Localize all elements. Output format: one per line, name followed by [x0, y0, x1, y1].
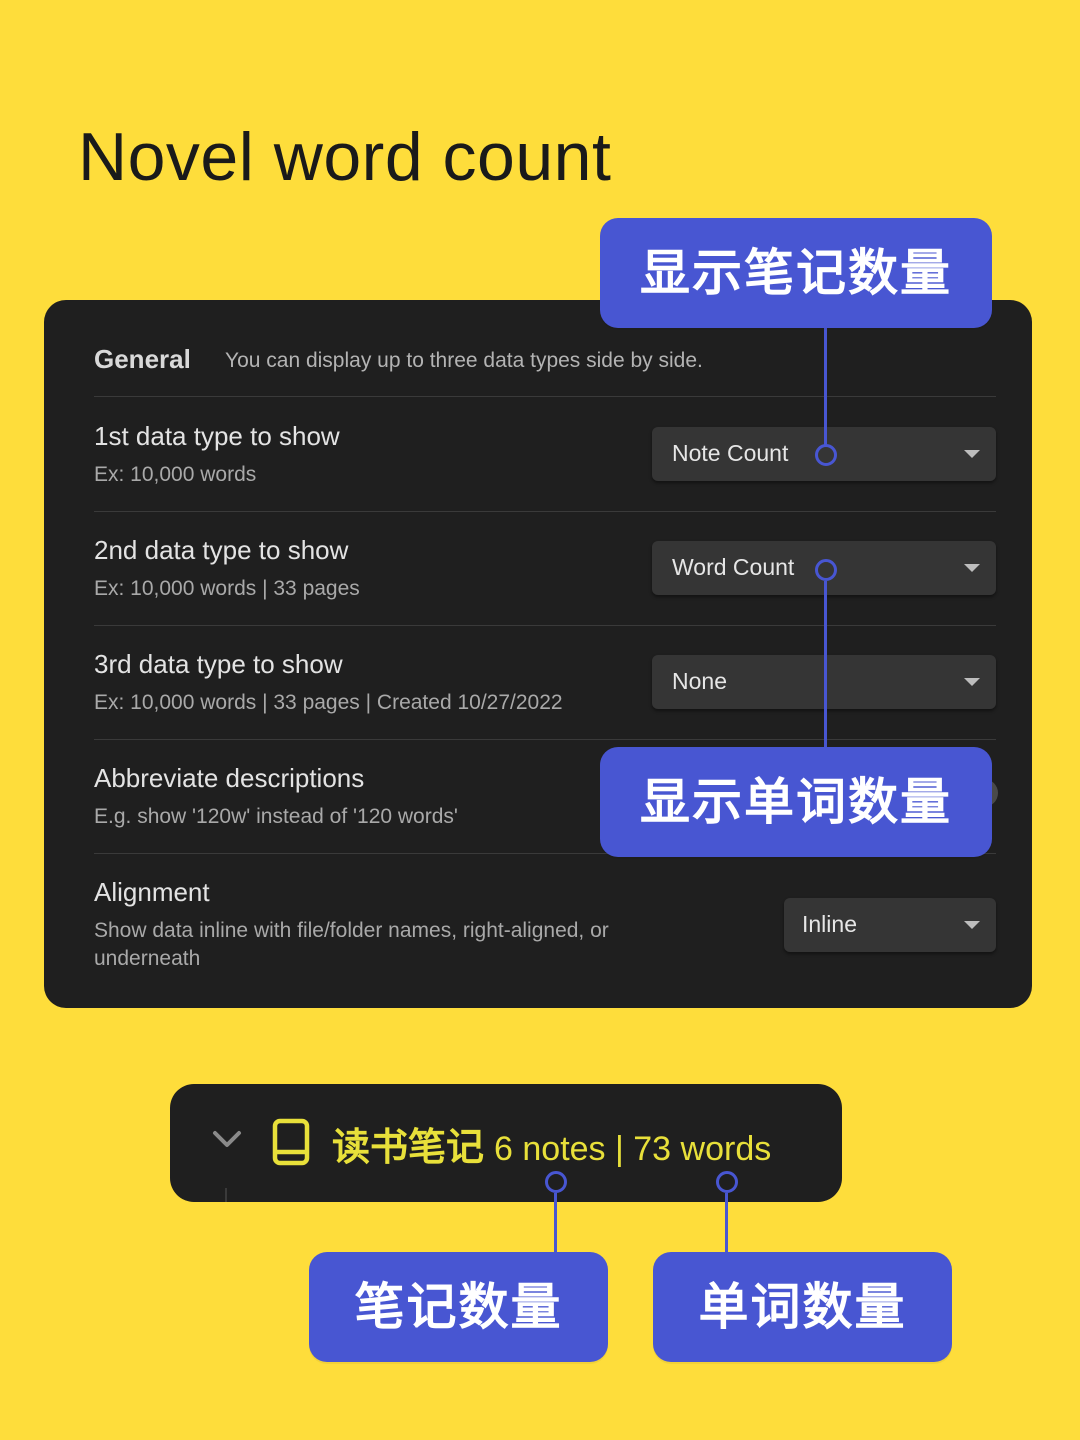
setting-description: Ex: 10,000 words | 33 pages	[94, 577, 360, 600]
setting-description-line: underneath	[94, 947, 201, 970]
connector-line	[824, 581, 827, 751]
setting-description: Show data inline with file/folder names,…	[94, 917, 609, 973]
setting-name: Abbreviate descriptions	[94, 763, 365, 793]
caret-down-icon	[964, 678, 980, 686]
settings-header: General You can display up to three data…	[94, 344, 996, 397]
connector-line	[554, 1193, 557, 1255]
callout-show-note-count: 显示笔记数量	[600, 218, 992, 328]
setting-name: 1st data type to show	[94, 421, 340, 451]
setting-name: Alignment	[94, 877, 210, 907]
caret-down-icon	[964, 450, 980, 458]
tree-guide-line	[225, 1188, 227, 1202]
dropdown-value: Inline	[802, 911, 857, 937]
folder-row[interactable]: 读书笔记 6 notes | 73 words	[170, 1084, 842, 1202]
setting-description: E.g. show '120w' instead of '120 words'	[94, 805, 458, 828]
connector-dot	[815, 444, 837, 466]
setting-row-second-data-type: 2nd data type to show Ex: 10,000 words |…	[94, 511, 996, 626]
setting-name: 3rd data type to show	[94, 649, 343, 679]
setting-row-third-data-type: 3rd data type to show Ex: 10,000 words |…	[94, 625, 996, 740]
callout-note-count: 笔记数量	[309, 1252, 608, 1362]
page-title: Novel word count	[78, 119, 612, 195]
callout-label: 显示笔记数量	[640, 245, 952, 301]
dropdown-value: Word Count	[672, 554, 795, 580]
connector-dot	[545, 1171, 567, 1193]
dropdown-value: Note Count	[672, 440, 789, 466]
folder-label: 读书笔记 6 notes | 73 words	[332, 1116, 771, 1171]
chevron-down-icon[interactable]	[212, 1130, 242, 1150]
setting-name: 2nd data type to show	[94, 535, 349, 565]
caret-down-icon	[964, 921, 980, 929]
connector-dot	[815, 559, 837, 581]
setting-description-line: Show data inline with file/folder names,…	[94, 919, 609, 942]
connector-line	[725, 1193, 728, 1255]
callout-word-count: 单词数量	[653, 1252, 952, 1362]
setting-row-first-data-type: 1st data type to show Ex: 10,000 words N…	[94, 397, 996, 512]
setting-row-alignment: Alignment Show data inline with file/fol…	[94, 853, 996, 988]
setting-description: Ex: 10,000 words | 33 pages | Created 10…	[94, 691, 563, 714]
section-description: You can display up to three data types s…	[225, 349, 703, 372]
folder-name: 读书笔记	[332, 1127, 485, 1169]
connector-line	[824, 320, 827, 445]
callout-label: 笔记数量	[354, 1279, 563, 1335]
settings-panel: General You can display up to three data…	[44, 300, 1032, 1008]
callout-label: 单词数量	[698, 1279, 907, 1335]
connector-dot	[716, 1171, 738, 1193]
setting-description: Ex: 10,000 words	[94, 463, 257, 486]
alignment-dropdown[interactable]: Inline	[784, 898, 996, 952]
callout-label: 显示单词数量	[640, 774, 952, 830]
callout-show-word-count: 显示单词数量	[600, 747, 992, 857]
section-title: General	[94, 344, 191, 374]
book-icon	[272, 1118, 310, 1166]
dropdown-value: None	[672, 668, 727, 694]
folder-stats: 6 notes | 73 words	[494, 1130, 772, 1168]
caret-down-icon	[964, 564, 980, 572]
